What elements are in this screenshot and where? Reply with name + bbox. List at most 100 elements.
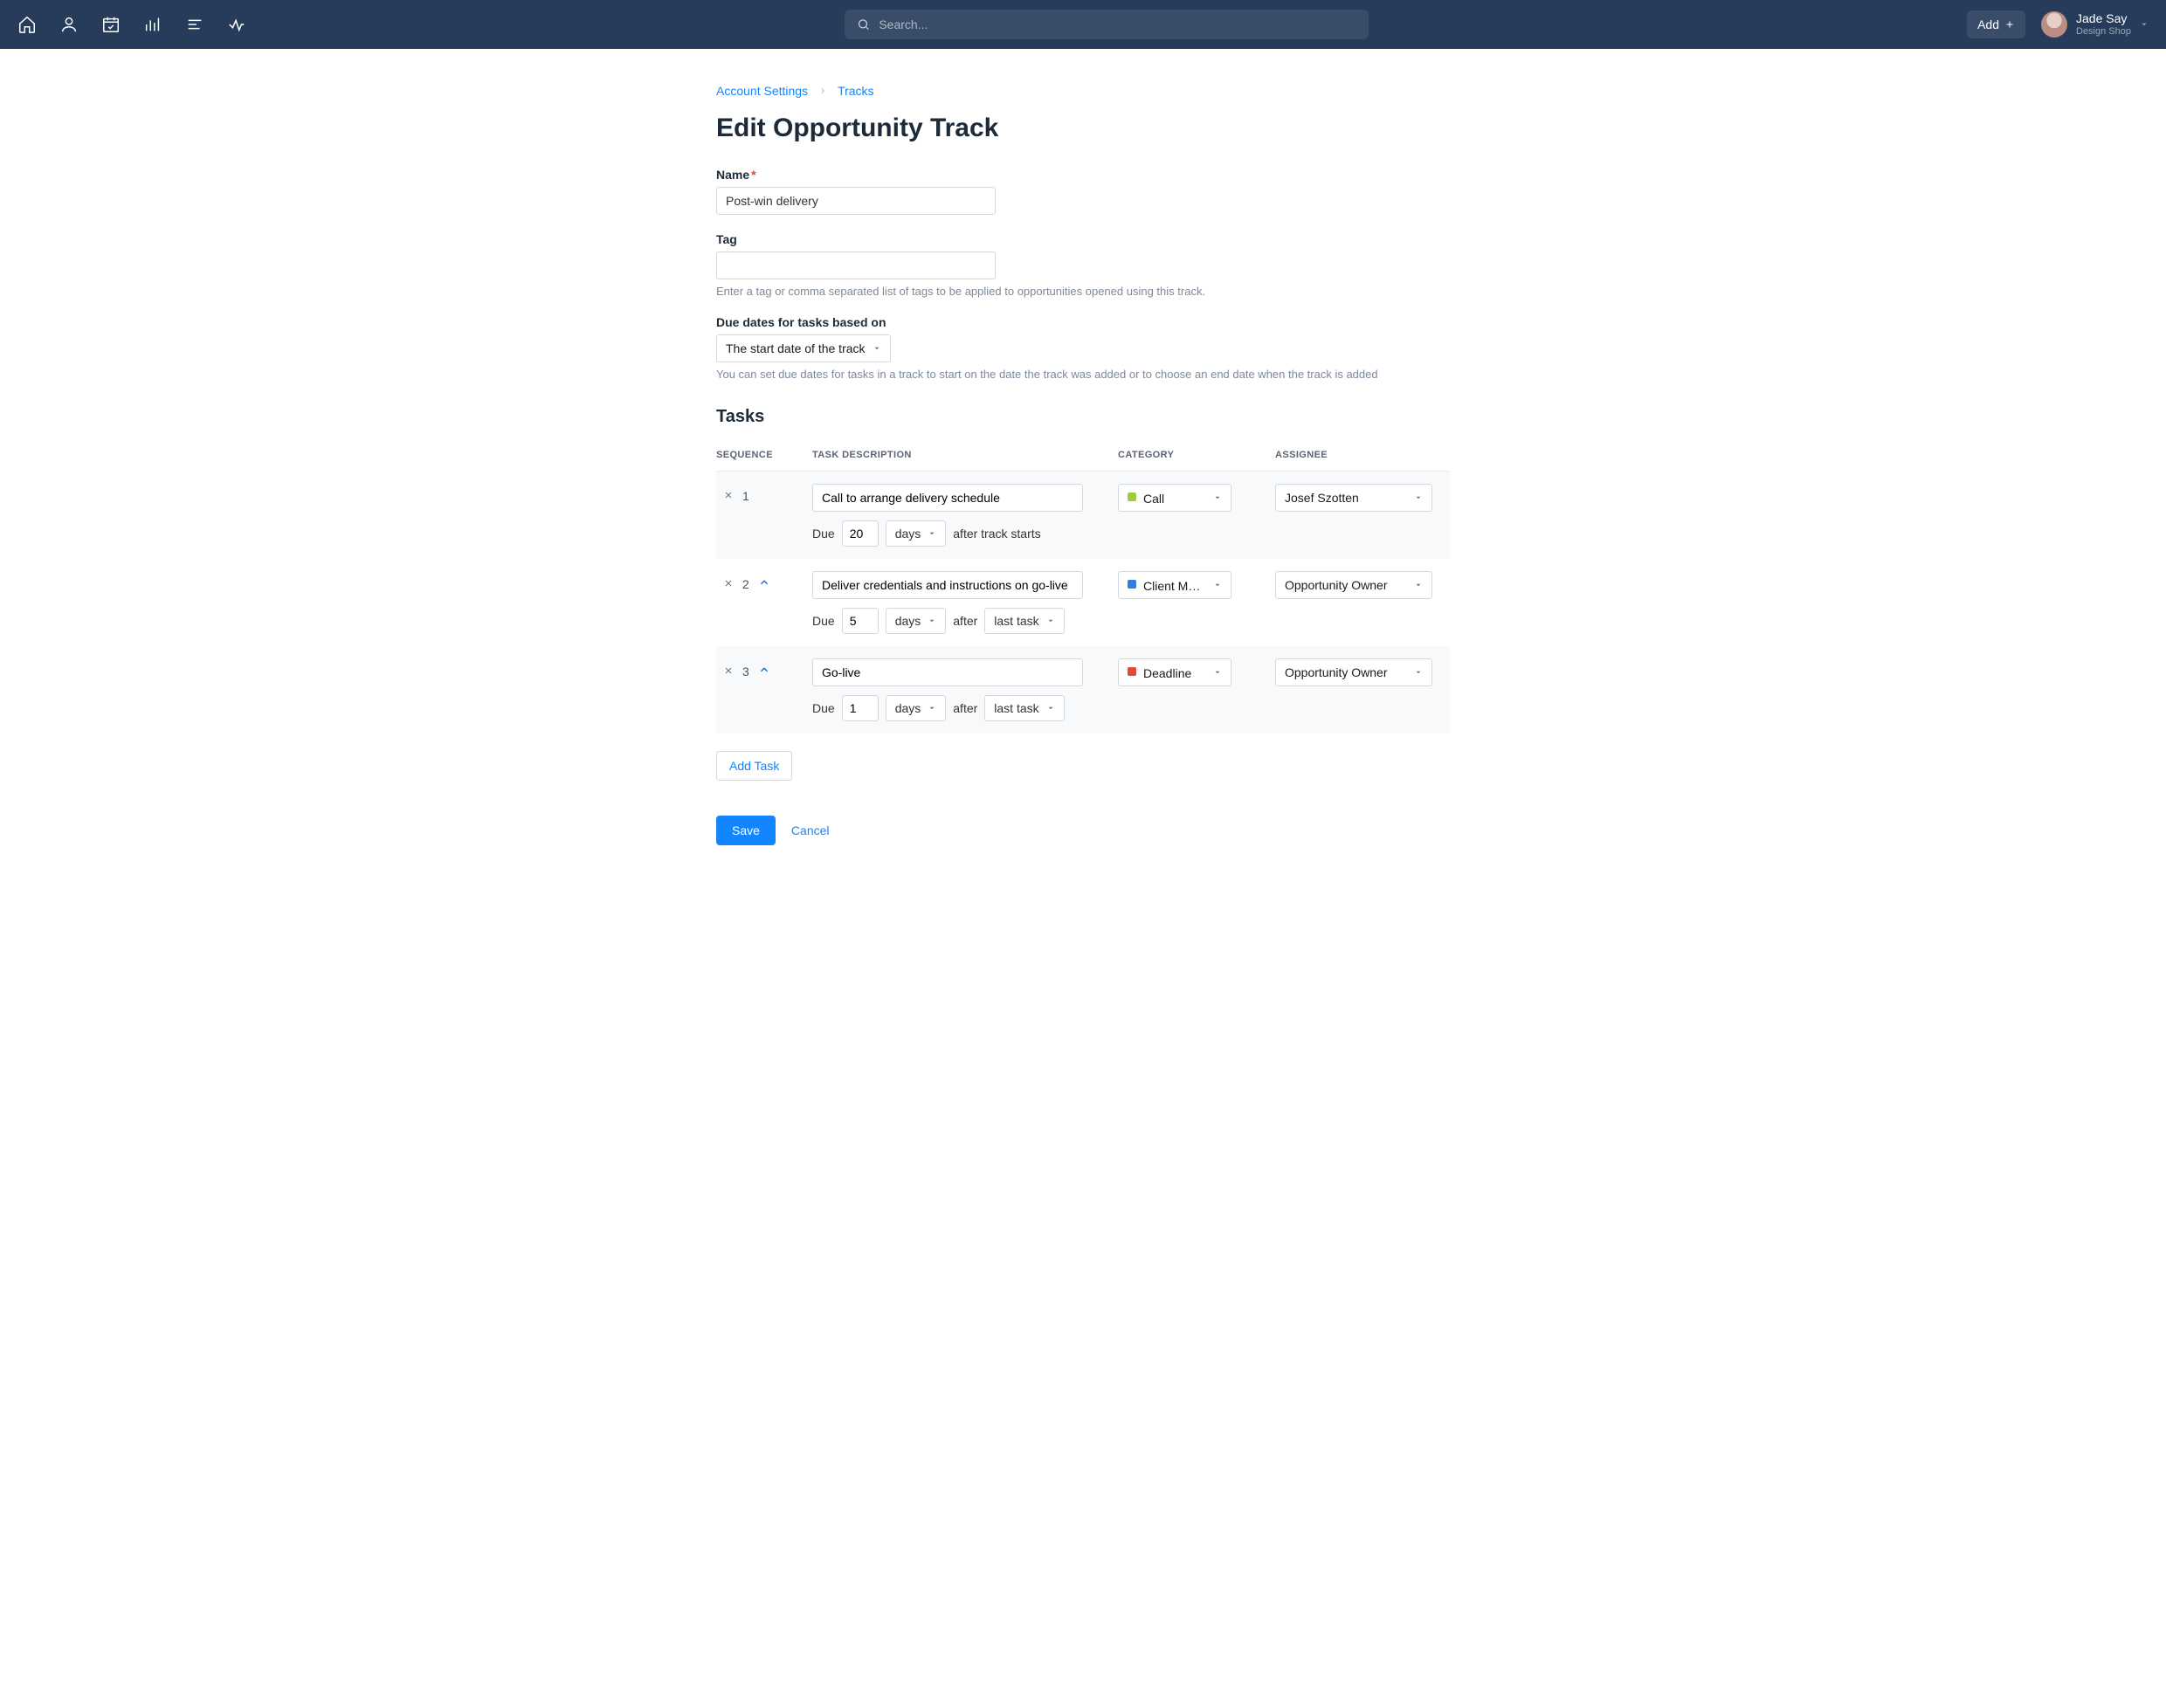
bars-icon[interactable]	[143, 15, 162, 34]
due-relative-select[interactable]: last task	[984, 695, 1064, 721]
sequence-cell: 1	[716, 484, 812, 503]
due-line: Duedaysafterlast task	[812, 695, 1118, 721]
caret-down-icon	[1414, 665, 1423, 679]
assignee-select[interactable]: Opportunity Owner	[1275, 658, 1432, 686]
cancel-link[interactable]: Cancel	[791, 823, 830, 837]
due-relative-value: last task	[994, 614, 1038, 628]
activity-icon[interactable]	[227, 15, 246, 34]
name-label: Name*	[716, 168, 1450, 182]
add-button[interactable]: Add	[1967, 10, 2025, 38]
description-cell: Duedaysafter track starts	[812, 484, 1118, 547]
task-description-input[interactable]	[812, 658, 1083, 686]
form-actions: Save Cancel	[716, 816, 1450, 845]
duedate-value: The start date of the track	[726, 341, 866, 355]
chevron-right-icon	[818, 84, 827, 98]
description-cell: Duedaysafterlast task	[812, 658, 1118, 721]
person-icon[interactable]	[59, 15, 79, 34]
tasks-container: 1 Duedaysafter track starts Call Josef Szot…	[716, 472, 1450, 733]
category-swatch	[1128, 667, 1136, 676]
caret-down-icon	[1414, 491, 1423, 505]
home-icon[interactable]	[17, 15, 37, 34]
name-label-text: Name	[716, 168, 749, 182]
assignee-cell: Opportunity Owner	[1275, 658, 1450, 686]
col-category: CATEGORY	[1118, 450, 1275, 460]
add-button-label: Add	[1977, 17, 1999, 31]
page-title: Edit Opportunity Track	[716, 114, 1450, 143]
search-input[interactable]	[879, 17, 1356, 31]
user-menu[interactable]: Jade Say Design Shop	[2041, 11, 2149, 38]
task-header: SEQUENCE TASK DESCRIPTION CATEGORY ASSIG…	[716, 441, 1450, 472]
category-content: Deadline	[1128, 665, 1191, 679]
sequence-number: 2	[742, 577, 749, 591]
due-unit-select[interactable]: days	[886, 695, 947, 721]
tag-help: Enter a tag or comma separated list of t…	[716, 285, 1450, 298]
due-after: after	[953, 614, 977, 628]
caret-down-icon	[1046, 701, 1055, 715]
task-row: 2 Due days after last task Client M… Opportuni…	[716, 559, 1450, 646]
due-number-input[interactable]	[842, 520, 879, 547]
assignee-select[interactable]: Opportunity Owner	[1275, 571, 1432, 599]
task-row: 3Duedaysafterlast taskDeadlineOpportunit…	[716, 646, 1450, 733]
save-button[interactable]: Save	[716, 816, 776, 845]
topbar-nav-icons	[17, 15, 246, 34]
duedate-label: Due dates for tasks based on	[716, 315, 1450, 329]
description-cell: Due days after last task	[812, 571, 1118, 634]
due-unit-select[interactable]: days	[886, 608, 947, 634]
due-line: Due days after last task	[812, 608, 1118, 634]
due-label: Due	[812, 614, 835, 628]
due-label: Due	[812, 701, 835, 715]
tag-label: Tag	[716, 232, 1450, 246]
category-select[interactable]: Call	[1118, 484, 1231, 512]
category-select[interactable]: Client M…	[1118, 571, 1231, 599]
required-asterisk: *	[751, 168, 755, 182]
due-line: Duedaysafter track starts	[812, 520, 1118, 547]
tag-group: Tag Enter a tag or comma separated list …	[716, 232, 1450, 298]
category-label: Call	[1143, 492, 1164, 506]
category-select[interactable]: Deadline	[1118, 658, 1231, 686]
caret-down-icon	[928, 701, 936, 715]
task-description-input[interactable]	[812, 484, 1083, 512]
duedate-select[interactable]: The start date of the track	[716, 334, 891, 362]
remove-task-icon[interactable]	[723, 665, 734, 678]
assignee-cell: Josef Szotten	[1275, 484, 1450, 512]
search-wrap	[267, 10, 1946, 39]
category-label: Deadline	[1143, 666, 1191, 680]
sequence-cell: 3	[716, 658, 812, 678]
remove-task-icon[interactable]	[723, 577, 734, 591]
due-unit-value: days	[895, 701, 921, 715]
duedate-group: Due dates for tasks based on The start d…	[716, 315, 1450, 381]
col-description: TASK DESCRIPTION	[812, 450, 1118, 460]
page-content: Account Settings Tracks Edit Opportunity…	[716, 49, 1450, 915]
col-assignee: ASSIGNEE	[1275, 450, 1450, 460]
caret-down-icon	[1046, 614, 1055, 628]
duedate-help: You can set due dates for tasks in a tra…	[716, 368, 1450, 381]
user-text: Jade Say Design Shop	[2076, 11, 2131, 38]
search-box[interactable]	[845, 10, 1369, 39]
calendar-icon[interactable]	[101, 15, 121, 34]
due-relative-select[interactable]: last task	[984, 608, 1064, 634]
tag-input[interactable]	[716, 251, 996, 279]
due-unit-select[interactable]: days	[886, 520, 947, 547]
add-task-button[interactable]: Add Task	[716, 751, 792, 781]
list-icon[interactable]	[185, 15, 204, 34]
assignee-select[interactable]: Josef Szotten	[1275, 484, 1432, 512]
task-description-input[interactable]	[812, 571, 1083, 599]
move-up-icon[interactable]	[758, 576, 770, 591]
breadcrumb-account-settings[interactable]: Account Settings	[716, 84, 808, 98]
tasks-heading: Tasks	[716, 407, 1450, 427]
remove-task-icon[interactable]	[723, 489, 734, 503]
caret-down-icon	[873, 341, 881, 355]
due-number-input[interactable]	[842, 695, 879, 721]
sequence-number: 3	[742, 665, 749, 678]
category-swatch	[1128, 580, 1136, 589]
name-group: Name*	[716, 168, 1450, 215]
move-up-icon[interactable]	[758, 664, 770, 678]
due-unit-value: days	[895, 614, 921, 628]
breadcrumb-tracks[interactable]: Tracks	[838, 84, 873, 98]
name-input[interactable]	[716, 187, 996, 215]
sequence-number: 1	[742, 489, 749, 503]
caret-down-icon	[1213, 491, 1222, 505]
category-swatch	[1128, 492, 1136, 501]
category-cell: Client M…	[1118, 571, 1275, 599]
due-number-input[interactable]	[842, 608, 879, 634]
